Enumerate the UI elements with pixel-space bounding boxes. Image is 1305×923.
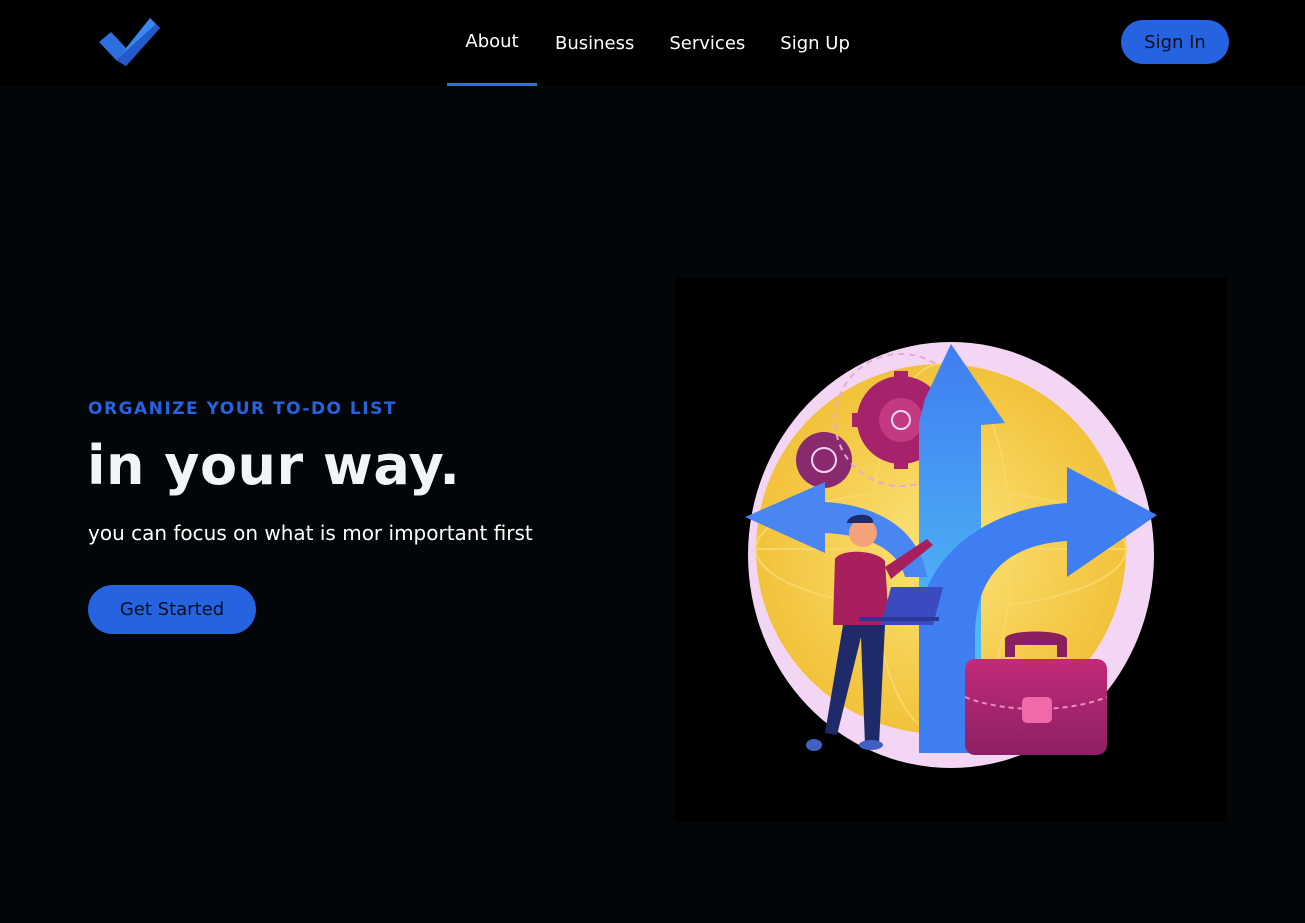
hero-title: in your way. xyxy=(87,434,461,497)
nav-link-sign-up[interactable]: Sign Up xyxy=(780,0,850,86)
get-started-button[interactable]: Get Started xyxy=(88,585,256,634)
hero-kicker: ORGANIZE YOUR TO-DO LIST xyxy=(88,399,397,419)
hero-subtitle: you can focus on what is mor important f… xyxy=(88,521,533,545)
main-nav: About Business Services Sign Up xyxy=(447,0,850,86)
navbar: About Business Services Sign Up Sign In xyxy=(0,0,1305,86)
nav-link-services[interactable]: Services xyxy=(669,0,745,86)
nav-link-about[interactable]: About xyxy=(447,0,537,86)
sign-in-button[interactable]: Sign In xyxy=(1121,20,1229,64)
nav-link-business[interactable]: Business xyxy=(555,0,634,86)
checkmark-logo-icon[interactable] xyxy=(96,14,164,70)
person-with-laptop-at-crossroads-illustration xyxy=(675,277,1227,822)
